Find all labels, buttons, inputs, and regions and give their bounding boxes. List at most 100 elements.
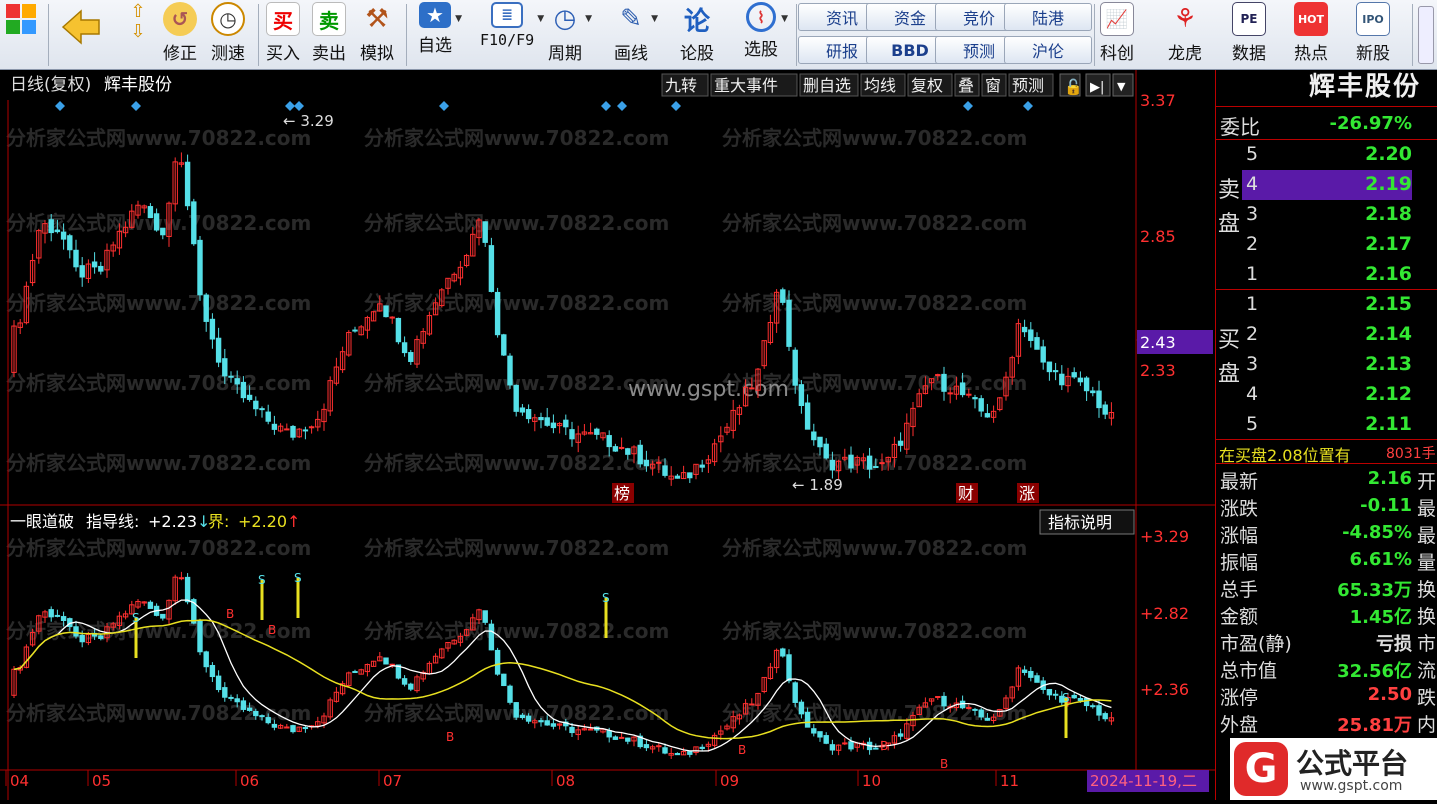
buy-order-row[interactable]: 3 2.13 (1216, 350, 1437, 380)
candle-body (79, 265, 85, 278)
arrow-down-icon[interactable]: ⇩ (130, 22, 145, 42)
toolbar-discuss[interactable]: 论 论股 (680, 2, 714, 68)
candle-body (352, 329, 358, 332)
candle-body (240, 381, 247, 399)
candle-body (48, 609, 54, 618)
chevron-down-icon[interactable]: ▼ (455, 14, 462, 24)
sell-order-row[interactable]: 1 2.16 (1216, 260, 1437, 290)
chart-tool-button[interactable]: 删自选 (799, 73, 859, 97)
jump-end-icon[interactable]: ▶| (1085, 73, 1111, 97)
quote-stat-row: 市盈(静) 亏损 市 (1216, 628, 1437, 655)
toolbar-f10[interactable]: ≣ ▼ F10/F9 (480, 2, 544, 68)
sell-order-row[interactable]: 4 2.19 (1242, 170, 1412, 200)
bound-value: +2.20↑ (238, 512, 300, 531)
toolbar-overflow-button[interactable] (1418, 6, 1434, 64)
candle-body (513, 702, 519, 718)
candle-body (60, 231, 67, 240)
toolbar-simulate[interactable]: ⚒ 模拟 (360, 2, 394, 68)
candle-body (408, 352, 414, 362)
toolbar-up-down[interactable]: ⇧ ⇩ (118, 2, 158, 68)
event-marker-list[interactable]: 榜 (614, 484, 630, 503)
toolbar-buy[interactable]: 买 买入 (266, 2, 300, 68)
order-price: 2.15 (1365, 293, 1412, 315)
toolbar-star-market[interactable]: 📈 科创 (1100, 2, 1134, 68)
candle-body (73, 626, 79, 637)
order-level: 4 (1246, 383, 1259, 405)
toolbar-speed[interactable]: ◷ 测速 (211, 2, 245, 68)
candle-body (507, 355, 513, 386)
sell-order-row[interactable]: 5 2.20 (1216, 140, 1437, 170)
chevron-down-icon[interactable]: ▼ (1112, 73, 1134, 97)
cycle-clock-icon: ◷ (553, 4, 577, 34)
candle-body (253, 400, 259, 410)
chart-tool-button[interactable]: 预测 (1008, 73, 1054, 97)
chart-tool-button[interactable]: 叠 (954, 73, 980, 97)
event-marker-rise[interactable]: 涨 (1019, 484, 1035, 503)
candle-body (662, 747, 668, 754)
toolbar-apps[interactable] (4, 2, 38, 68)
toolbar-ipo[interactable]: IPO 新股 (1356, 2, 1390, 68)
quick-shanghai-london-button[interactable]: 沪伦 (1004, 36, 1092, 64)
buy-order-row[interactable]: 4 2.12 (1216, 380, 1437, 410)
buy-order-row[interactable]: 2 2.14 (1216, 320, 1437, 350)
order-notice-qty: 8031手 (1386, 446, 1436, 462)
sell-icon: 卖 (312, 2, 346, 36)
chart-tool-button[interactable]: 均线 (860, 73, 906, 97)
sell-orders: 卖盘 5 2.20 4 2.19 3 2.18 2 2.17 1 2.16 (1216, 140, 1437, 290)
chart-tool-button[interactable]: 窗 (981, 73, 1007, 97)
stat-label: 总市值 (1220, 660, 1278, 682)
order-level: 5 (1246, 143, 1259, 165)
sell-order-row[interactable]: 2 2.17 (1216, 230, 1437, 260)
toolbar-back[interactable] (58, 2, 104, 68)
candle-body (265, 411, 271, 422)
toolbar-screener[interactable]: ⌇ ▼ 选股 (744, 2, 788, 68)
chart-tool-button[interactable]: 复权 (907, 73, 953, 97)
candle-body (563, 419, 569, 428)
candle-body (1102, 713, 1108, 720)
chevron-down-icon[interactable]: ▼ (585, 14, 592, 24)
watermark: 分析家公式网www.70822.com (722, 619, 1027, 643)
lock-icon[interactable]: 🔓 (1059, 73, 1083, 97)
event-marker-finance[interactable]: 财 (958, 484, 974, 503)
toolbar-drawline[interactable]: ✎ ▼ 画线 (614, 2, 658, 68)
candle-body (1090, 390, 1096, 394)
chevron-down-icon[interactable]: ▼ (651, 14, 658, 24)
signal-diamond (671, 101, 681, 111)
candle-body (153, 213, 160, 231)
candle-body (525, 409, 532, 420)
chart-area: 分析家公式网www.70822.com 分析家公式网www.70822.com 分析… (0, 70, 1215, 800)
toolbar-hot[interactable]: HOT 热点 (1294, 2, 1328, 68)
candle-body (687, 751, 693, 755)
chart-tool-button[interactable]: 九转 (661, 73, 709, 97)
toolbar-period[interactable]: ◷ ▼ 周期 (548, 2, 592, 68)
sell-order-row[interactable]: 3 2.18 (1216, 200, 1437, 230)
weibi-value: -26.97% (1329, 113, 1412, 134)
buy-order-row[interactable]: 1 2.15 (1216, 290, 1437, 320)
kline-chart[interactable]: 分析家公式网www.70822.com 分析家公式网www.70822.com 分析… (0, 70, 1215, 800)
toolbar-discuss-label: 论股 (680, 44, 714, 64)
candle-body (501, 673, 507, 687)
buy-order-row[interactable]: 5 2.11 (1216, 410, 1437, 440)
watermark: 分析家公式网www.70822.com (6, 536, 311, 560)
arrow-up-icon[interactable]: ⇧ (130, 2, 145, 22)
quick-hk-connect-button[interactable]: 陆港 (1004, 3, 1092, 31)
candle-body (811, 728, 817, 734)
chart-tool-button[interactable]: 重大事件 (710, 73, 798, 97)
watermark: 分析家公式网www.70822.com (722, 126, 1027, 150)
chevron-down-icon[interactable]: ▼ (537, 14, 544, 24)
order-price: 2.16 (1365, 263, 1412, 285)
candle-body (699, 746, 705, 749)
toolbar-sell[interactable]: 卖 卖出 (312, 2, 346, 68)
candle-body (494, 649, 501, 675)
toolbar-dragon-tiger[interactable]: ⚘ 龙虎 (1168, 2, 1202, 68)
toolbar-separator (1094, 4, 1095, 66)
toolbar-data[interactable]: PE 数据 (1232, 2, 1266, 68)
candle-body (606, 730, 612, 738)
toolbar-watchlist[interactable]: ★ ▼ 自选 (418, 2, 462, 68)
quote-stat-row: 涨幅 -4.85% 最 (1216, 520, 1437, 547)
watermark: 分析家公式网www.70822.com (364, 536, 669, 560)
chevron-down-icon[interactable]: ▼ (781, 14, 788, 24)
toolbar-fix[interactable]: ↺ 修正 (163, 2, 197, 68)
chart-stock-name: 辉丰股份 (104, 75, 172, 95)
candle-body (48, 219, 54, 234)
